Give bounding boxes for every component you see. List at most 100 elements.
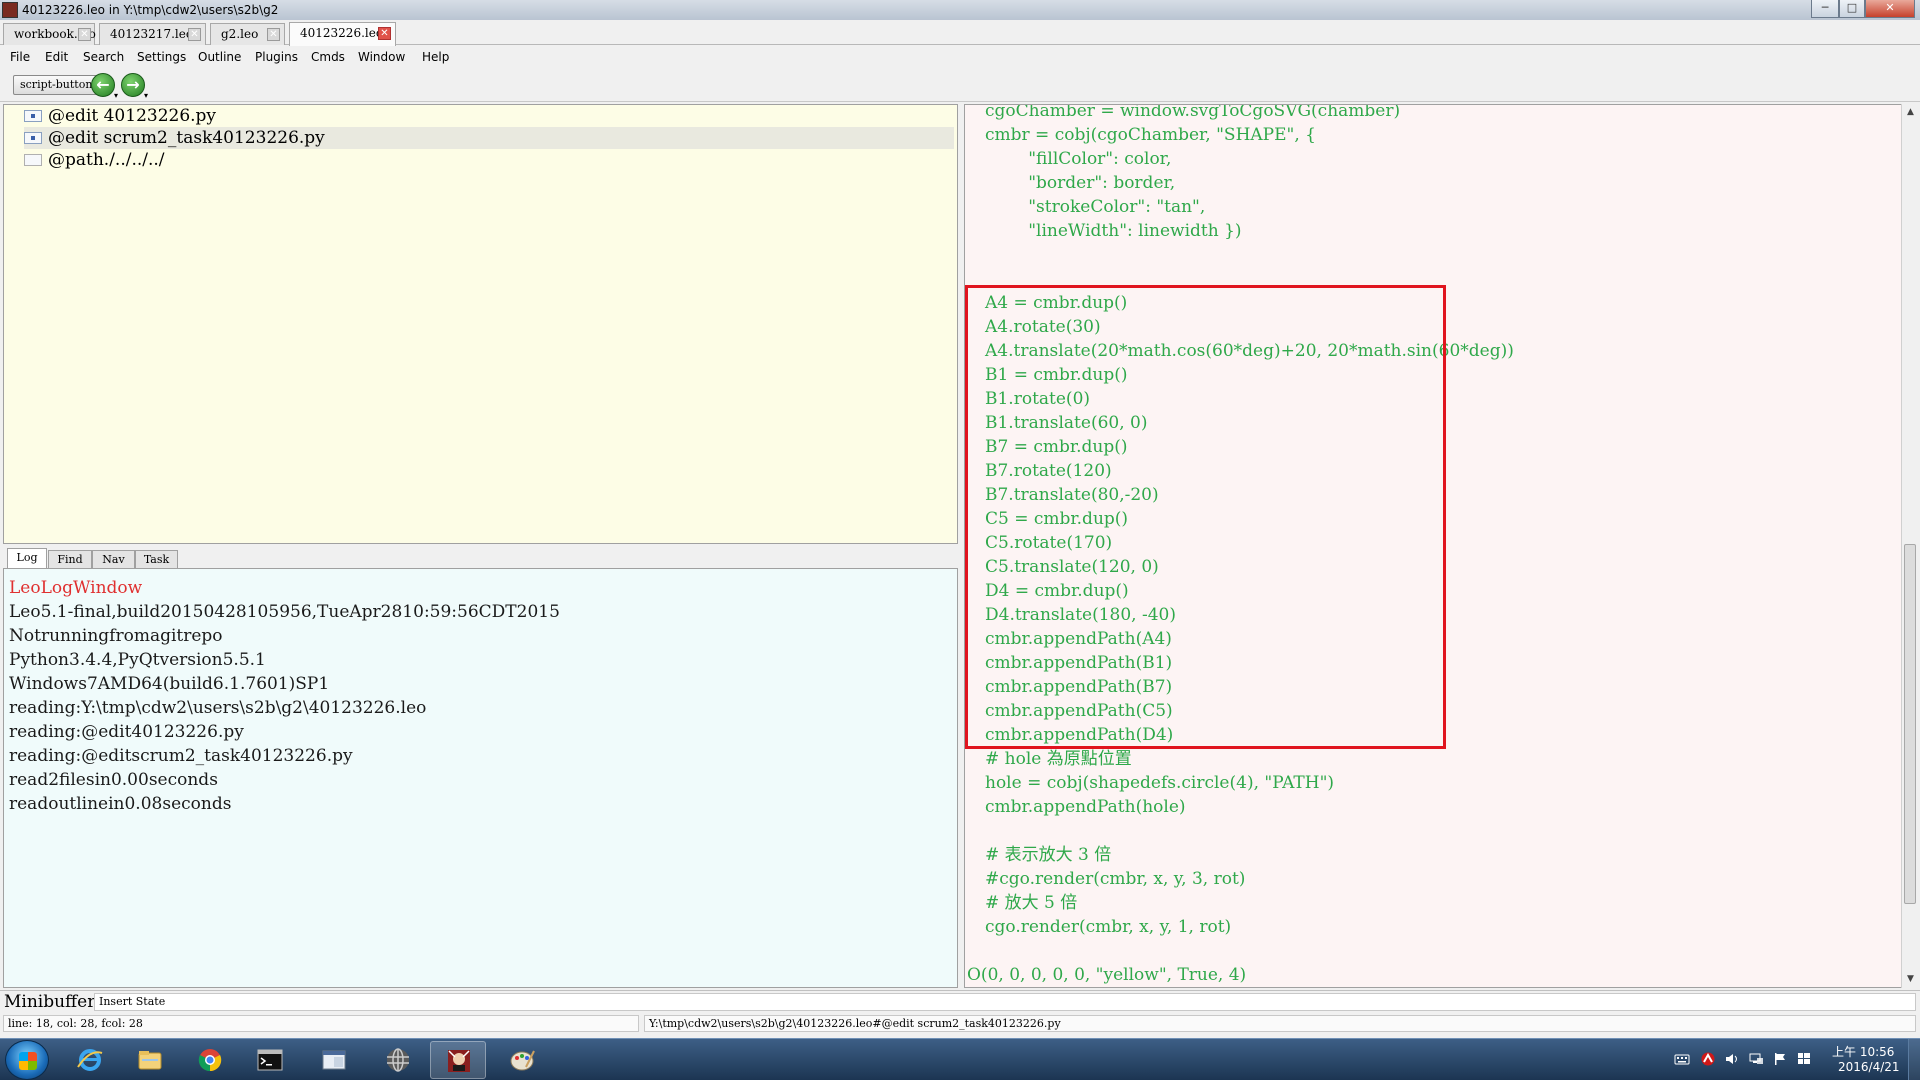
- file-tab-workbook[interactable]: workbook.leo ✕: [3, 23, 96, 45]
- tab-close-icon[interactable]: ✕: [267, 28, 280, 41]
- outline-node[interactable]: @edit 40123226.py: [24, 105, 954, 127]
- volume-icon[interactable]: [1724, 1052, 1740, 1066]
- file-tab-40123226[interactable]: 40123226.leo ✕: [289, 22, 396, 46]
- log-line: reading:Y:\tmp\cdw2\users\s2b\g2\4012322…: [9, 698, 427, 718]
- tab-close-icon[interactable]: ✕: [188, 28, 201, 41]
- toolbar: script-button ← ▾ → ▾: [0, 68, 1920, 102]
- outline-node-label: @edit 40123226.py: [48, 106, 217, 126]
- start-button[interactable]: [5, 1040, 49, 1080]
- folder-icon: [138, 1051, 162, 1070]
- maximize-button[interactable]: □: [1839, 0, 1865, 18]
- minimize-button[interactable]: ─: [1811, 0, 1839, 18]
- taskbar-chrome-button[interactable]: [182, 1041, 238, 1079]
- menu-file[interactable]: File: [10, 50, 30, 64]
- node-icon[interactable]: [24, 154, 42, 166]
- log-line: LeoLogWindow: [9, 578, 143, 598]
- menu-outline[interactable]: Outline: [198, 50, 241, 64]
- scroll-up-icon[interactable]: ▲: [1902, 104, 1919, 121]
- clock-time[interactable]: 上午 10:56: [1832, 1043, 1894, 1060]
- menu-help[interactable]: Help: [422, 50, 449, 64]
- chevron-down-icon[interactable]: ▾: [144, 92, 148, 100]
- taskbar-cmd-button[interactable]: [242, 1041, 298, 1079]
- log-line: reading:@edit40123226.py: [9, 722, 244, 742]
- code-line: "border": border,: [985, 173, 1176, 193]
- antivirus-icon[interactable]: [1700, 1052, 1716, 1066]
- minibuffer-input[interactable]: Insert State: [94, 993, 1916, 1011]
- code-line: #cgo.render(cmbr, x, y, 3, rot): [985, 869, 1246, 889]
- scroll-down-icon[interactable]: ▼: [1902, 971, 1919, 988]
- menu-search[interactable]: Search: [83, 50, 124, 64]
- network-icon[interactable]: [1748, 1052, 1764, 1066]
- file-tabs-bar: workbook.leo ✕ 40123217.leo ✕ g2.leo ✕ 4…: [0, 20, 1920, 46]
- log-line: read2filesin0.00seconds: [9, 770, 218, 790]
- scroll-thumb[interactable]: [1904, 544, 1916, 904]
- taskbar-explorer-button[interactable]: [122, 1041, 178, 1079]
- tab-close-icon[interactable]: ✕: [378, 27, 391, 40]
- log-line: readoutlinein0.08seconds: [9, 794, 232, 814]
- node-path: Y:\tmp\cdw2\users\s2b\g2\40123226.leo#@e…: [644, 1015, 1916, 1032]
- tab-task[interactable]: Task: [135, 550, 178, 568]
- log-line: Notrunningfromagitrepo: [9, 626, 223, 646]
- clock-date[interactable]: 2016/4/21: [1838, 1060, 1900, 1074]
- code-line: # 放大 5 倍: [985, 893, 1078, 913]
- code-line: cmbr.appendPath(hole): [985, 797, 1186, 817]
- tab-close-icon[interactable]: ✕: [78, 28, 91, 41]
- outline-node-label: @path./../../../: [48, 150, 165, 170]
- outline-node[interactable]: @path./../../../: [24, 149, 954, 171]
- menu-window[interactable]: Window: [358, 50, 405, 64]
- close-window-button[interactable]: ✕: [1865, 0, 1915, 18]
- keyboard-icon[interactable]: [1674, 1052, 1690, 1066]
- node-icon[interactable]: [24, 110, 42, 122]
- paint-palette-icon: [510, 1050, 535, 1071]
- code-line: cmbr = cobj(cgoChamber, "SHAPE", {: [985, 125, 1316, 145]
- code-line: "fillColor": color,: [985, 149, 1172, 169]
- outline-node-label: @edit scrum2_task40123226.py: [48, 128, 325, 148]
- minibuffer-label: Minibuffer:: [4, 992, 102, 1012]
- window-title: 40123226.leo in Y:\tmp\cdw2\users\s2b\g2: [22, 3, 279, 17]
- taskbar-leo-button[interactable]: [430, 1041, 486, 1079]
- file-tab-g2[interactable]: g2.leo ✕: [210, 23, 285, 45]
- windows-update-icon[interactable]: [1796, 1052, 1812, 1066]
- code-line: cgo.render(cmbr, x, y, 1, rot): [985, 917, 1232, 937]
- forward-arrow-icon[interactable]: → ▾: [121, 73, 148, 100]
- menu-bar: File Edit Search Settings Outline Plugin…: [0, 46, 1920, 68]
- menu-plugins[interactable]: Plugins: [255, 50, 298, 64]
- taskbar-window-button[interactable]: [306, 1041, 362, 1079]
- show-desktop-button[interactable]: [1908, 1039, 1920, 1080]
- code-line: # hole 為原點位置: [985, 749, 1132, 769]
- log-line: reading:@editscrum2_task40123226.py: [9, 746, 353, 766]
- node-icon[interactable]: [24, 132, 42, 144]
- back-arrow-icon[interactable]: ← ▾: [91, 73, 118, 100]
- menu-settings[interactable]: Settings: [137, 50, 186, 64]
- back-arrow-glyph: ←: [96, 75, 110, 94]
- tab-find[interactable]: Find: [48, 550, 92, 568]
- action-center-flag-icon[interactable]: [1772, 1052, 1788, 1066]
- menu-edit[interactable]: Edit: [45, 50, 68, 64]
- code-line: O(0, 0, 0, 0, 0, "yellow", True, 4): [967, 965, 1247, 985]
- window-app-icon: [322, 1050, 346, 1070]
- code-highlight-box: [965, 285, 1446, 749]
- script-button[interactable]: script-button: [13, 75, 100, 95]
- globe-icon: [387, 1048, 409, 1072]
- menu-cmds[interactable]: Cmds: [311, 50, 345, 64]
- taskbar-ie-button[interactable]: [62, 1041, 118, 1079]
- leo-app-icon: [448, 1050, 470, 1072]
- chevron-down-icon[interactable]: ▾: [114, 92, 118, 100]
- outline-pane[interactable]: @edit 40123226.py @edit scrum2_task40123…: [3, 104, 958, 544]
- log-line: Leo5.1-final,build20150428105956,TueApr2…: [9, 602, 560, 622]
- cursor-position: line: 18, col: 28, fcol: 28: [3, 1015, 639, 1032]
- taskbar-paint-button[interactable]: [494, 1041, 550, 1079]
- outline-node-selected[interactable]: @edit scrum2_task40123226.py: [24, 127, 954, 149]
- taskbar-globe-button[interactable]: [370, 1041, 426, 1079]
- tab-log[interactable]: Log: [7, 548, 47, 568]
- tab-nav[interactable]: Nav: [92, 550, 135, 568]
- body-scrollbar[interactable]: ▲ ▼: [1901, 104, 1918, 988]
- file-tab-40123217[interactable]: 40123217.leo ✕: [99, 23, 206, 45]
- title-bar: 40123226.leo in Y:\tmp\cdw2\users\s2b\g2…: [0, 0, 1920, 20]
- command-prompt-icon: [257, 1049, 283, 1071]
- code-line: cgoChamber = window.svgToCgoSVG(chamber): [985, 104, 1401, 121]
- log-tab-bar: Log Find Nav Task: [3, 548, 958, 568]
- log-pane[interactable]: LeoLogWindow Leo5.1-final,build201504281…: [3, 568, 958, 988]
- internet-explorer-icon: [77, 1049, 103, 1071]
- file-tab-label: 40123226.leo: [300, 26, 384, 40]
